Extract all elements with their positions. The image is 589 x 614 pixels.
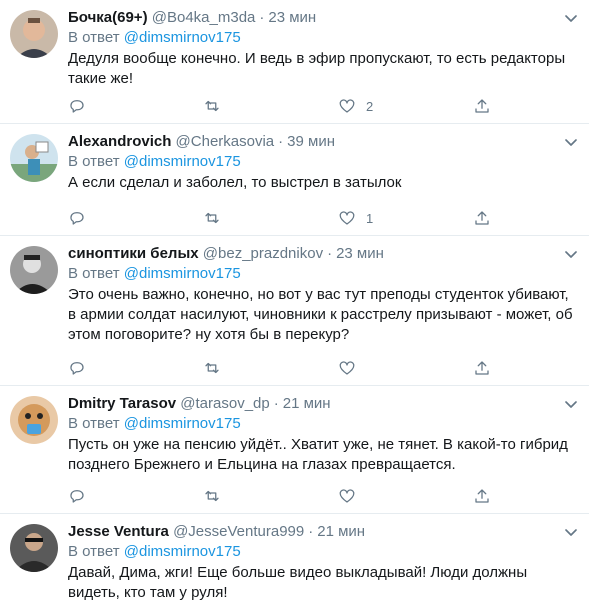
reply-context: В ответ @dimsmirnov175 (68, 264, 579, 284)
retweet-button[interactable] (203, 356, 221, 380)
mention-link[interactable]: @dimsmirnov175 (124, 415, 241, 432)
chevron-down-icon[interactable] (561, 244, 581, 264)
reply-context: В ответ @dimsmirnov175 (68, 414, 579, 434)
tweet-text: Давай, Дима, жги! Еще больше видео выкла… (68, 564, 528, 601)
tweet-text: А если сделал и заболел, то выстрел в за… (68, 174, 402, 191)
chevron-down-icon[interactable] (561, 8, 581, 28)
user-handle[interactable]: @bez_prazdnikov (203, 245, 323, 262)
reply-prefix: В ответ (68, 265, 120, 282)
display-name[interactable]: Бочка(69+) (68, 9, 148, 26)
retweet-button[interactable] (203, 484, 221, 508)
retweet-icon (205, 100, 219, 112)
reply-button[interactable] (68, 356, 86, 380)
separator-dot: · (278, 133, 284, 150)
chevron-down-icon[interactable] (561, 132, 581, 152)
heart-icon (339, 489, 355, 503)
share-icon (475, 489, 489, 503)
retweet-button[interactable] (203, 94, 221, 118)
avatar[interactable] (10, 524, 58, 572)
share-icon (475, 361, 489, 375)
avatar[interactable] (10, 10, 58, 58)
reply-context: В ответ @dimsmirnov175 (68, 28, 579, 48)
like-button[interactable] (338, 356, 366, 380)
avatar[interactable] (10, 396, 58, 444)
tweet[interactable]: синоптики белых @bez_prazdnikov · 23 мин В… (0, 236, 589, 386)
share-button[interactable] (473, 206, 491, 230)
retweet-icon (205, 362, 219, 374)
timestamp[interactable]: 23 мин (336, 245, 384, 262)
reply-prefix: В ответ (68, 153, 120, 170)
display-name[interactable]: Jesse Ventura (68, 523, 169, 540)
user-handle[interactable]: @JesseVentura999 (173, 523, 304, 540)
separator-dot: · (259, 9, 265, 26)
share-button[interactable] (473, 484, 491, 508)
reply-icon (70, 212, 84, 225)
mention-link[interactable]: @dimsmirnov175 (124, 543, 241, 560)
mention-link[interactable]: @dimsmirnov175 (124, 153, 241, 170)
tweet[interactable]: Alexandrovich @Cherkasovia · 39 мин В отве… (0, 124, 589, 236)
tweet-text: Дедуля вообще конечно. И ведь в эфир про… (68, 50, 566, 87)
timestamp[interactable]: 21 мин (317, 523, 365, 540)
reply-button[interactable] (68, 484, 86, 508)
user-handle[interactable]: @Bo4ka_m3da (152, 9, 256, 26)
timestamp[interactable]: 39 мин (287, 133, 335, 150)
tweet[interactable]: Jesse Ventura @JesseVentura999 · 21 мин В … (0, 514, 589, 614)
retweet-icon (205, 490, 219, 502)
avatar[interactable] (10, 134, 58, 182)
reply-context: В ответ @dimsmirnov175 (68, 152, 579, 172)
chevron-down-icon[interactable] (561, 394, 581, 414)
retweet-button[interactable] (203, 206, 221, 230)
chevron-down-icon[interactable] (561, 522, 581, 542)
display-name[interactable]: Alexandrovich (68, 133, 171, 150)
reply-prefix: В ответ (68, 29, 120, 46)
display-name[interactable]: синоптики белых (68, 245, 199, 262)
separator-dot: · (273, 395, 279, 412)
user-handle[interactable]: @tarasov_dp (180, 395, 269, 412)
reply-prefix: В ответ (68, 543, 120, 560)
reply-button[interactable] (68, 206, 86, 230)
avatar[interactable] (10, 246, 58, 294)
separator-dot: · (327, 245, 333, 262)
user-handle[interactable]: @Cherkasovia (176, 133, 275, 150)
mention-link[interactable]: @dimsmirnov175 (124, 265, 241, 282)
like-count: 2 (366, 98, 374, 114)
display-name[interactable]: Dmitry Tarasov (68, 395, 176, 412)
separator-dot: · (308, 523, 314, 540)
tweet[interactable]: Бочка(69+) @Bo4ka_m3da · 23 мин В ответ @d… (0, 0, 589, 124)
reply-prefix: В ответ (68, 415, 120, 432)
share-icon (475, 211, 489, 225)
mention-link[interactable]: @dimsmirnov175 (124, 29, 241, 46)
like-button[interactable]: 1 (338, 206, 373, 230)
heart-icon (339, 361, 355, 375)
reply-button[interactable] (68, 94, 86, 118)
tweet[interactable]: Dmitry Tarasov @tarasov_dp · 21 мин В отве… (0, 386, 589, 514)
share-button[interactable] (473, 356, 491, 380)
reply-icon (70, 362, 84, 375)
timestamp[interactable]: 23 мин (268, 9, 316, 26)
tweet-text: Это очень важно, конечно, но вот у вас т… (68, 286, 573, 343)
share-button[interactable] (473, 94, 491, 118)
retweet-icon (205, 212, 219, 224)
heart-icon (339, 99, 355, 113)
like-button[interactable] (338, 484, 366, 508)
share-icon (475, 99, 489, 113)
heart-icon (339, 211, 355, 225)
timestamp[interactable]: 21 мин (283, 395, 331, 412)
like-button[interactable]: 2 (338, 94, 373, 118)
reply-icon (70, 490, 84, 503)
tweet-text: Пусть он уже на пенсию уйдёт.. Хватит уж… (68, 436, 568, 473)
reply-icon (70, 100, 84, 113)
reply-context: В ответ @dimsmirnov175 (68, 542, 579, 562)
like-count: 1 (366, 210, 374, 226)
